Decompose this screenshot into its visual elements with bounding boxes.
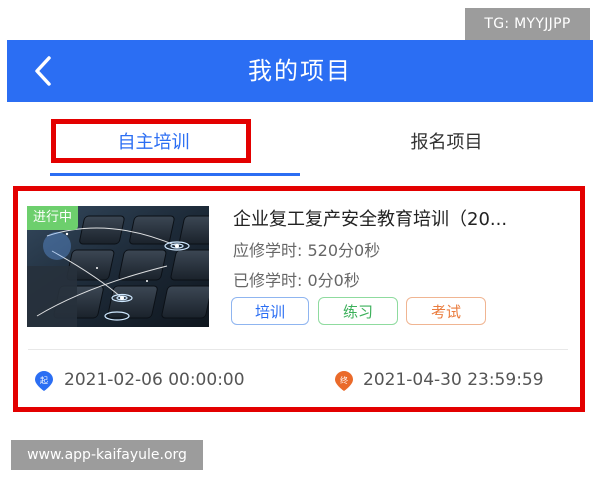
tab-enrolled-projects[interactable]: 报名项目	[300, 102, 593, 176]
card-highlight-box	[13, 186, 585, 412]
tab-highlight-box	[51, 119, 251, 163]
active-tab-indicator	[50, 173, 300, 176]
app-header: 我的项目	[7, 40, 593, 102]
page-title: 我的项目	[248, 57, 352, 85]
watermark-top: TG: MYYJJPP	[465, 8, 590, 40]
watermark-bottom: www.app-kaifayule.org	[11, 440, 203, 470]
